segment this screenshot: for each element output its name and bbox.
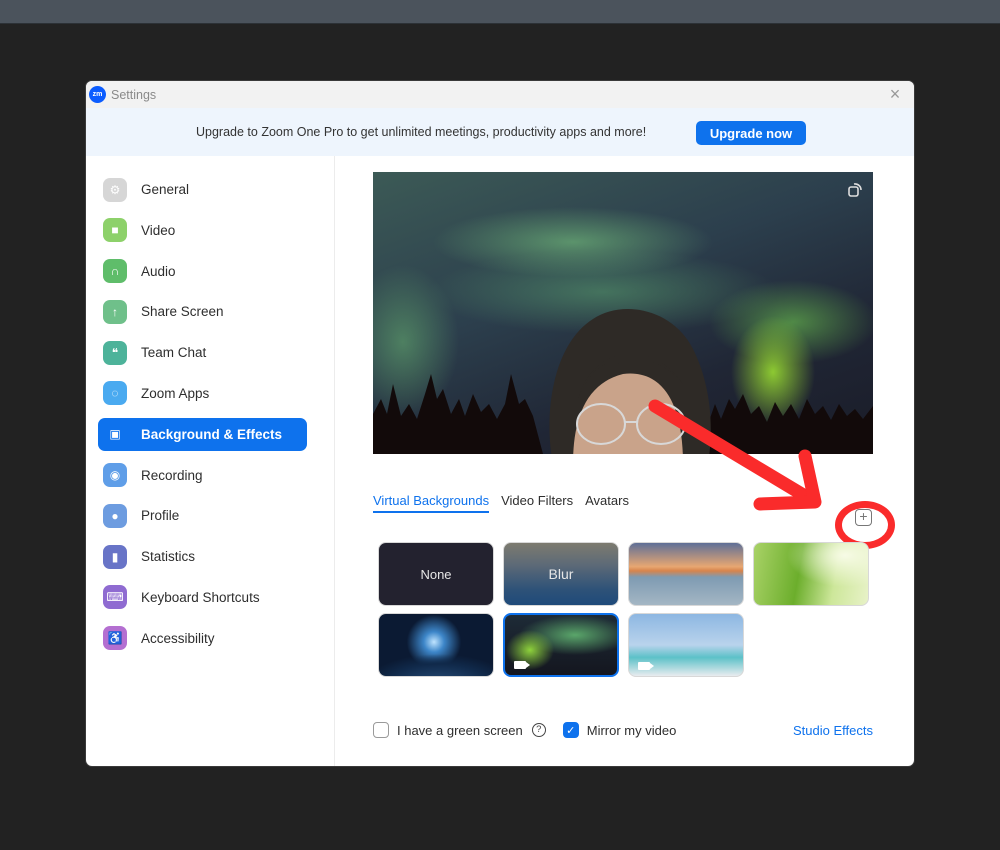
settings-window: zm Settings × Upgrade to Zoom One Pro to…	[86, 81, 914, 766]
sidebar-item-accessibility[interactable]: ♿ Accessibility	[98, 622, 307, 655]
sidebar-item-label: Audio	[141, 263, 176, 279]
keyboard-icon: ⌨	[103, 585, 127, 610]
sidebar-item-label: Profile	[141, 508, 180, 524]
upgrade-banner-text: Upgrade to Zoom One Pro to get unlimited…	[196, 125, 647, 139]
sidebar-item-label: Accessibility	[141, 630, 215, 646]
sidebar-item-label: Video	[141, 222, 176, 238]
add-background-button[interactable]: +	[855, 509, 872, 526]
annotation-arrow	[648, 399, 822, 511]
background-effects-panel: Virtual Backgrounds Video Filters Avatars …	[335, 156, 914, 766]
sidebar-item-label: Team Chat	[141, 345, 207, 361]
background-options-footer: I have a green screen ? ✓ Mirror my vide…	[373, 722, 873, 738]
gear-icon: ⚙	[103, 177, 127, 202]
background-thumb-earth-from-space[interactable]	[378, 613, 494, 677]
headphones-icon: ∩	[103, 259, 127, 284]
background-icon: ▣	[109, 427, 121, 442]
sidebar-item-statistics[interactable]: ▮ Statistics	[98, 540, 307, 573]
sidebar-item-label: Zoom Apps	[141, 385, 210, 401]
tab-virtual-backgrounds[interactable]: Virtual Backgrounds	[373, 493, 490, 513]
desktop-top-bar	[0, 0, 1000, 24]
sidebar-item-label: Share Screen	[141, 304, 224, 320]
sidebar-item-label: Background & Effects	[141, 426, 283, 442]
green-screen-checkbox[interactable]	[373, 722, 389, 738]
sidebar-item-video[interactable]: ■ Video	[98, 214, 307, 247]
background-thumb-blur[interactable]: Blur	[503, 542, 619, 606]
share-screen-icon: ↑	[103, 299, 127, 324]
sidebar-item-recording[interactable]: ◉ Recording	[98, 459, 307, 492]
background-thumbnail-grid: None Blur	[378, 542, 869, 677]
video-camera-icon	[638, 662, 654, 670]
mirror-video-checkbox[interactable]: ✓	[562, 722, 579, 738]
sidebar-item-profile[interactable]: ● Profile	[98, 499, 307, 532]
sidebar-item-background-effects[interactable]: ▣ Background & Effects	[98, 417, 307, 451]
background-thumb-label: None	[420, 566, 452, 582]
background-thumb-aurora[interactable]	[503, 613, 619, 677]
green-screen-label: I have a green screen	[397, 722, 523, 738]
sidebar-item-general[interactable]: ⚙ General	[98, 173, 307, 206]
title-bar: zm Settings ×	[86, 81, 914, 108]
upgrade-now-button[interactable]: Upgrade now	[696, 121, 806, 145]
background-thumb-grass[interactable]	[753, 542, 869, 606]
sidebar-item-audio[interactable]: ∩ Audio	[98, 255, 307, 288]
studio-effects-link[interactable]: Studio Effects	[793, 723, 873, 738]
mirror-video-label: Mirror my video	[586, 722, 677, 738]
background-thumb-none[interactable]: None	[378, 542, 494, 606]
background-thumb-golden-gate-bridge[interactable]	[628, 542, 744, 606]
sidebar-item-label: General	[141, 182, 190, 197]
window-title: Settings	[111, 87, 157, 102]
tab-avatars[interactable]: Avatars	[585, 493, 629, 513]
sidebar-item-share-screen[interactable]: ↑ Share Screen	[98, 295, 307, 328]
zoom-logo-icon: zm	[89, 86, 106, 103]
sidebar-item-zoom-apps[interactable]: ◌ Zoom Apps	[98, 377, 307, 410]
rotate-camera-icon[interactable]	[845, 180, 865, 200]
background-thumb-label: Blur	[548, 566, 574, 582]
statistics-icon: ▮	[103, 544, 127, 569]
accessibility-icon: ♿	[103, 626, 127, 651]
help-icon[interactable]: ?	[531, 723, 546, 737]
video-camera-icon	[514, 661, 530, 669]
sidebar-item-label: Keyboard Shortcuts	[141, 589, 260, 605]
profile-icon: ●	[103, 503, 127, 528]
recording-icon: ◉	[103, 463, 127, 488]
video-camera-icon: ■	[103, 218, 127, 243]
chat-bubbles-icon: ❝	[103, 340, 127, 365]
sidebar-item-label: Statistics	[141, 549, 196, 565]
background-tabs: Virtual Backgrounds Video Filters Avatars	[373, 493, 629, 513]
upgrade-banner: Upgrade to Zoom One Pro to get unlimited…	[86, 108, 914, 156]
tab-video-filters[interactable]: Video Filters	[501, 493, 573, 513]
apps-icon: ◌	[103, 381, 127, 406]
sidebar-item-team-chat[interactable]: ❝ Team Chat	[98, 336, 307, 369]
background-thumb-beach-palm[interactable]	[628, 613, 744, 677]
sidebar-item-keyboard-shortcuts[interactable]: ⌨ Keyboard Shortcuts	[98, 581, 307, 614]
settings-sidebar: ⚙ General ■ Video ∩ Audio ↑ Share Screen ❝ Team C…	[86, 156, 335, 766]
close-button[interactable]: ×	[886, 85, 904, 103]
sidebar-item-label: Recording	[141, 467, 203, 483]
